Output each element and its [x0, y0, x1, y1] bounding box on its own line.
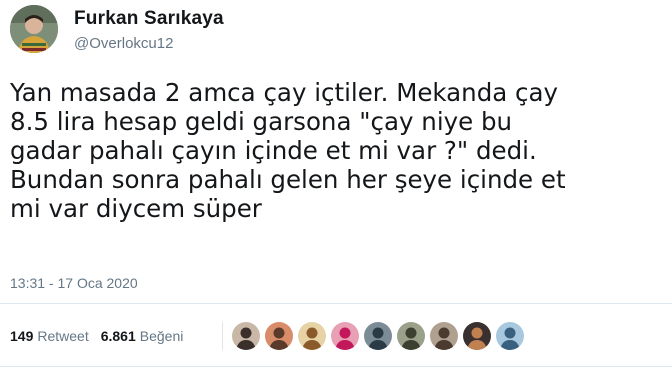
tweet-timestamp[interactable]: 13:31 - 17 Oca 2020 — [10, 275, 138, 291]
avatar[interactable] — [10, 5, 58, 53]
liker-avatar-8[interactable] — [463, 322, 491, 350]
display-name[interactable]: Furkan Sarıkaya — [74, 8, 224, 30]
liker-avatar-1[interactable] — [232, 322, 260, 350]
liker-avatar-3[interactable] — [298, 322, 326, 350]
liker-avatar-6[interactable] — [397, 322, 425, 350]
username-handle[interactable]: @Overlokcu12 — [74, 35, 173, 52]
like-label: Beğeni — [139, 328, 184, 344]
liker-avatars — [232, 322, 524, 350]
stats-separator — [222, 322, 223, 350]
liker-avatar-2[interactable] — [265, 322, 293, 350]
liker-avatar-4[interactable] — [331, 322, 359, 350]
avatar-image — [10, 5, 58, 53]
divider — [0, 366, 672, 367]
like-stat[interactable]: 6.861 Beğeni — [101, 328, 184, 344]
liker-avatar-5[interactable] — [364, 322, 392, 350]
divider — [0, 303, 672, 304]
retweet-count: 149 — [10, 328, 34, 344]
retweet-label: Retweet — [37, 328, 89, 344]
like-count: 6.861 — [100, 328, 136, 344]
liker-avatar-7[interactable] — [430, 322, 458, 350]
tweet-text: Yan masada 2 amca çay içtiler. Mekanda ç… — [10, 78, 566, 223]
tweet-stats: 149 Retweet 6.861 Beğeni — [10, 324, 195, 348]
retweet-stat[interactable]: 149 Retweet — [10, 328, 89, 344]
liker-avatar-9[interactable] — [496, 322, 524, 350]
